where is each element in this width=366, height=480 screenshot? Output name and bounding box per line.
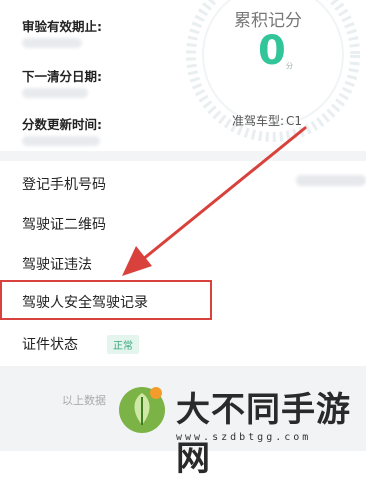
review-expiry-value-redacted: [22, 38, 82, 48]
cumulative-score-unit: 分: [286, 62, 293, 70]
footer-note: 以上数据: [62, 394, 106, 407]
next-clear-date-label: 下一清分日期:: [22, 69, 102, 84]
watermark-logo-icon: [119, 387, 165, 433]
cumulative-score-value: 0: [258, 28, 286, 74]
license-class: 准驾车型: C1: [230, 112, 302, 129]
menu-item-qrcode[interactable]: 驾驶证二维码: [22, 214, 106, 234]
menu-item-violation[interactable]: 驾驶证违法: [22, 254, 92, 274]
watermark-url: www.szdbtgg.com: [176, 432, 312, 443]
watermark-text: 大不同手游网: [176, 390, 351, 479]
next-clear-date-value-redacted: [22, 88, 88, 98]
highlight-box: [0, 280, 212, 320]
license-summary-card: 审验有效期止: 下一清分日期: 分数更新时间: 累积记分 0 分 准驾车型: C1: [0, 0, 366, 150]
license-class-value: C1: [286, 114, 303, 128]
score-update-time-label: 分数更新时间:: [22, 117, 102, 132]
menu-item-license-status[interactable]: 证件状态: [22, 334, 78, 354]
phone-value-redacted: [296, 175, 366, 186]
license-class-label: 准驾车型:: [232, 114, 285, 128]
score-update-time-value-redacted: [22, 136, 100, 146]
status-badge: 正常: [107, 335, 139, 354]
menu-item-phone[interactable]: 登记手机号码: [22, 174, 106, 194]
section-divider: [0, 151, 366, 161]
review-expiry-label: 审验有效期止:: [22, 19, 102, 34]
